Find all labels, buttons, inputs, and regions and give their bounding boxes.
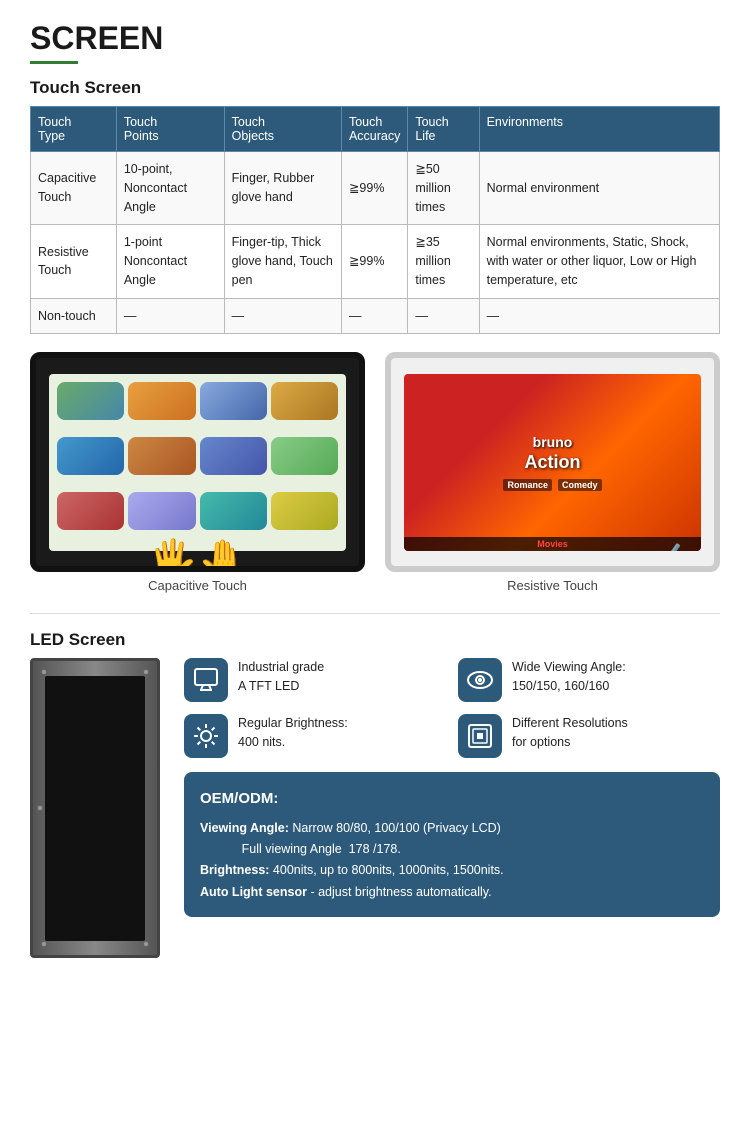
cell-points: 1-point Noncontact Angle [116, 225, 224, 298]
app-icon-3 [200, 382, 267, 420]
app-icon-10 [128, 492, 195, 530]
oem-sensor-label: Auto Light sensor [200, 885, 307, 899]
th-environments: Environments [479, 107, 719, 152]
app-icon-11 [200, 492, 267, 530]
oem-viewing-angle: Viewing Angle: Narrow 80/80, 100/100 (Pr… [200, 818, 704, 861]
led-feature-viewing-text: Wide Viewing Angle:150/150, 160/160 [512, 658, 626, 696]
section-divider [30, 613, 720, 614]
led-monitor-image [30, 658, 160, 958]
hands-cap-icon: 🖐🤚 [148, 541, 248, 573]
oem-sensor-value: - adjust brightness automatically. [310, 885, 491, 899]
resolution-icon-box [458, 714, 502, 758]
res-content-mock: bruno Action Romance Comedy [404, 374, 701, 551]
brightness-icon-box [184, 714, 228, 758]
app-icon-2 [128, 382, 195, 420]
cell-objects: Finger-tip, Thick glove hand, Touch pen [224, 225, 341, 298]
oem-box: OEM/ODM: Viewing Angle: Narrow 80/80, 10… [184, 772, 720, 917]
cell-objects: Finger, Rubber glove hand [224, 152, 341, 225]
touch-section-title: Touch Screen [30, 78, 720, 98]
led-monitor-inner [45, 676, 144, 941]
cell-type: Non-touch [31, 298, 117, 334]
oem-viewing-label: Viewing Angle: [200, 821, 289, 835]
table-row: Capacitive Touch10-point, Noncontact Ang… [31, 152, 720, 225]
led-section-title: LED Screen [30, 630, 720, 650]
oem-brightness-label: Brightness: [200, 863, 269, 877]
cap-screen-mock: 🖐🤚 [49, 374, 346, 551]
th-touch-accuracy: TouchAccuracy [341, 107, 407, 152]
th-touch-life: TouchLife [408, 107, 479, 152]
screw-tr [143, 669, 149, 675]
led-section: Industrial gradeA TFT LED Wide Viewing A… [30, 658, 720, 958]
screw-ml [37, 805, 43, 811]
app-icon-1 [57, 382, 124, 420]
page-title: SCREEN [30, 20, 720, 57]
led-feature-brightness-text: Regular Brightness:400 nits. [238, 714, 348, 752]
table-row: Resistive Touch1-point Noncontact AngleF… [31, 225, 720, 298]
capacitive-caption: Capacitive Touch [30, 578, 365, 593]
cell-environments: — [479, 298, 719, 334]
app-icon-12 [271, 492, 338, 530]
led-feature-brightness: Regular Brightness:400 nits. [184, 714, 446, 758]
cell-environments: Normal environments, Static, Shock, with… [479, 225, 719, 298]
app-icon-4 [271, 382, 338, 420]
screw-br [143, 941, 149, 947]
eye-icon-box [458, 658, 502, 702]
touch-screen-table: TouchType TouchPoints TouchObjects Touch… [30, 106, 720, 334]
oem-brightness: Brightness: 400nits, up to 800nits, 1000… [200, 860, 704, 881]
cell-type: Capacitive Touch [31, 152, 117, 225]
resistive-caption: Resistive Touch [385, 578, 720, 593]
th-touch-type: TouchType [31, 107, 117, 152]
led-right-content: Industrial gradeA TFT LED Wide Viewing A… [184, 658, 720, 917]
cell-objects: — [224, 298, 341, 334]
stylus-hand-icon: ✍️ [651, 541, 691, 551]
app-icon-7 [200, 437, 267, 475]
cell-points: 10-point, Noncontact Angle [116, 152, 224, 225]
cell-life: ≧50 million times [408, 152, 479, 225]
led-feature-viewing: Wide Viewing Angle:150/150, 160/160 [458, 658, 720, 702]
led-feature-resolution: Different Resolutionsfor options [458, 714, 720, 758]
resistive-image-wrap: bruno Action Romance Comedy Movies ✍️ Re… [385, 352, 720, 593]
cell-points: — [116, 298, 224, 334]
table-row: Non-touch————— [31, 298, 720, 334]
cell-life: — [408, 298, 479, 334]
led-features-grid: Industrial gradeA TFT LED Wide Viewing A… [184, 658, 720, 758]
cell-life: ≧35 million times [408, 225, 479, 298]
app-icon-8 [271, 437, 338, 475]
app-icon-5 [57, 437, 124, 475]
screw-bl [41, 941, 47, 947]
led-feature-monitor-text: Industrial gradeA TFT LED [238, 658, 324, 696]
th-touch-points: TouchPoints [116, 107, 224, 152]
led-feature-resolution-text: Different Resolutionsfor options [512, 714, 628, 752]
screw-tl [41, 669, 47, 675]
resistive-screen-image: bruno Action Romance Comedy Movies ✍️ [385, 352, 720, 572]
touch-images-row: 🖐🤚 Capacitive Touch bruno Action Romance… [30, 352, 720, 593]
th-touch-objects: TouchObjects [224, 107, 341, 152]
led-feature-monitor: Industrial gradeA TFT LED [184, 658, 446, 702]
capacitive-image-wrap: 🖐🤚 Capacitive Touch [30, 352, 365, 593]
res-screen-mock: bruno Action Romance Comedy Movies ✍️ [404, 374, 701, 551]
cell-accuracy: ≧99% [341, 225, 407, 298]
monitor-icon-box [184, 658, 228, 702]
oem-sensor: Auto Light sensor - adjust brightness au… [200, 882, 704, 903]
app-icon-6 [128, 437, 195, 475]
oem-title: OEM/ODM: [200, 786, 704, 812]
capacitive-screen-image: 🖐🤚 [30, 352, 365, 572]
cell-type: Resistive Touch [31, 225, 117, 298]
app-icon-9 [57, 492, 124, 530]
cell-accuracy: — [341, 298, 407, 334]
cell-accuracy: ≧99% [341, 152, 407, 225]
title-underline [30, 61, 78, 64]
cell-environments: Normal environment [479, 152, 719, 225]
